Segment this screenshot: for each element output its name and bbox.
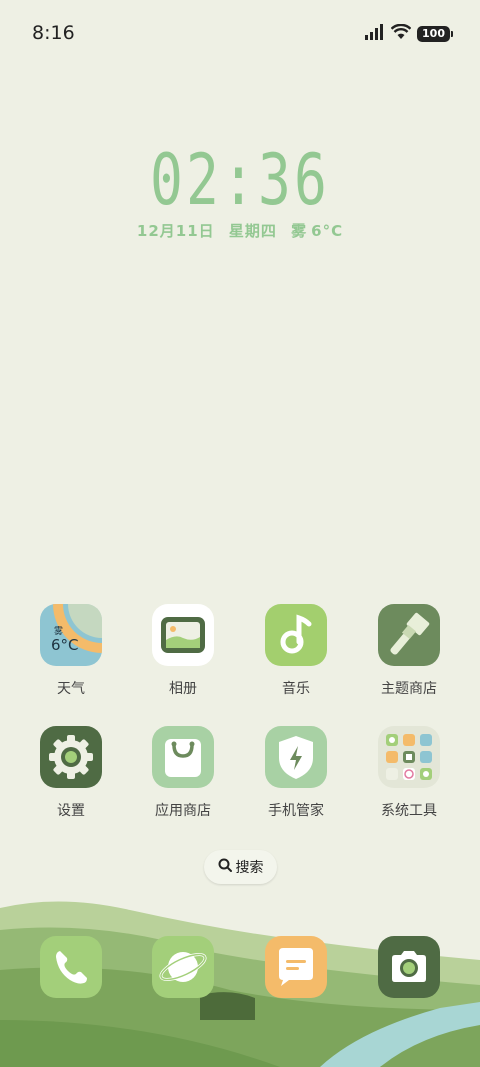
app-label: 音乐 — [282, 681, 310, 697]
app-label: 主题商店 — [381, 681, 437, 697]
weather-widget-temp: 6°C — [51, 636, 79, 654]
folder-label: 系统工具 — [381, 803, 437, 819]
app-theme-store[interactable]: 主题商店 — [364, 604, 454, 698]
phone-icon[interactable] — [40, 936, 102, 998]
music-icon — [265, 604, 327, 666]
signal-icon — [365, 24, 385, 44]
messages-icon[interactable] — [265, 936, 327, 998]
folder-icon — [378, 726, 440, 788]
shield-icon — [265, 726, 327, 788]
app-phone-manager[interactable]: 手机管家 — [251, 726, 341, 820]
app-app-store[interactable]: 应用商店 — [138, 726, 228, 820]
search-icon — [218, 858, 232, 876]
status-time: 8:16 — [32, 22, 75, 44]
status-bar: 8:16 100 — [0, 0, 480, 68]
clock-time[interactable]: 02:36 — [53, 140, 427, 220]
status-icons: 100 — [365, 23, 453, 44]
clock-temperature: 6°C — [311, 222, 344, 240]
camera-icon[interactable] — [378, 936, 440, 998]
app-label: 应用商店 — [155, 803, 211, 819]
app-gallery[interactable]: 相册 — [138, 604, 228, 698]
app-label: 相册 — [169, 681, 197, 697]
app-music[interactable]: 音乐 — [251, 604, 341, 698]
app-settings[interactable]: 设置 — [26, 726, 116, 820]
paintbrush-icon — [378, 604, 440, 666]
search-button[interactable]: 搜索 — [204, 850, 277, 884]
battery-icon: 100 — [417, 26, 453, 42]
clock-weather: 雾 — [291, 222, 308, 240]
settings-icon — [40, 726, 102, 788]
app-label: 手机管家 — [268, 803, 324, 819]
folder-system-tools[interactable]: 系统工具 — [364, 726, 454, 820]
weather-icon: 雾 6°C — [40, 604, 102, 666]
clock-weekday: 星期四 — [228, 222, 277, 240]
app-weather[interactable]: 雾 6°C 天气 — [26, 604, 116, 698]
gallery-icon — [152, 604, 214, 666]
browser-icon[interactable] — [152, 936, 214, 998]
shopping-bag-icon — [152, 726, 214, 788]
app-label: 天气 — [57, 681, 85, 697]
app-label: 设置 — [57, 803, 85, 819]
search-label: 搜索 — [235, 860, 264, 876]
wifi-icon — [390, 23, 412, 44]
clock-date-line[interactable]: 12月11日 星期四 雾 6°C — [0, 220, 480, 241]
clock-date: 12月11日 — [136, 222, 215, 240]
